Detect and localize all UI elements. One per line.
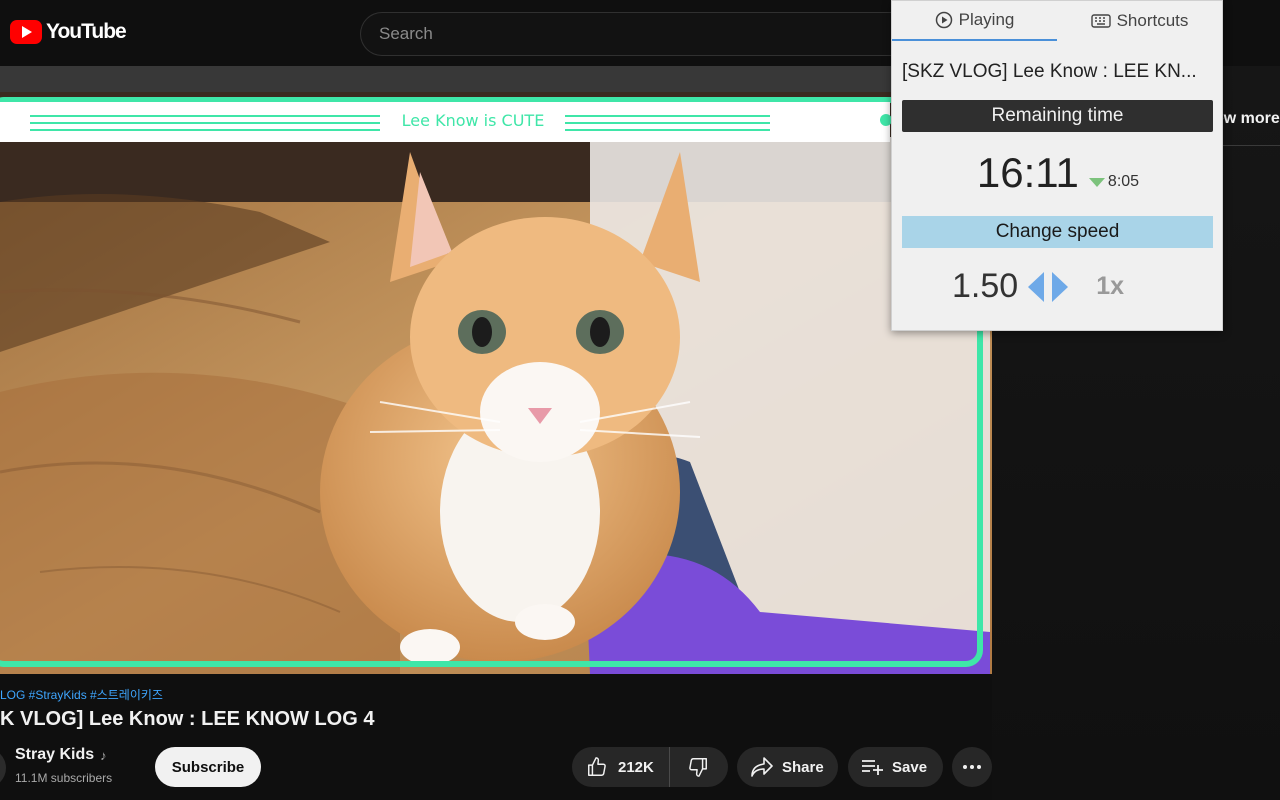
decrease-speed-icon[interactable] [1028,271,1045,302]
share-icon [751,757,773,777]
change-speed-header: Change speed [902,216,1213,248]
music-note-icon: ♪ [100,747,107,763]
video-player[interactable]: Lee Know is CUTE [0,92,992,674]
save-label: Save [892,758,928,776]
remaining-time-row: 16:11 8:05 [892,149,1224,197]
speed-value: 1.50 [952,267,1019,305]
youtube-logo[interactable]: YouTube [10,20,127,44]
share-label: Share [782,758,824,776]
like-count: 212K [618,758,654,776]
remaining-time-header: Remaining time [902,100,1213,132]
search-input[interactable] [361,13,920,55]
save-button[interactable]: Save [848,747,943,787]
playlist-add-icon [862,760,883,775]
video-frame: Lee Know is CUTE [0,92,992,674]
logo-text: YouTube [46,20,127,43]
video-overlay-caption: Lee Know is CUTE [402,111,545,130]
channel-name-row[interactable]: Stray Kids ♪ [15,746,107,764]
channel-name[interactable]: Stray Kids [15,746,94,764]
like-button[interactable]: 212K [572,747,670,787]
popup-tabs: Playing Shortcuts [892,1,1222,41]
adjusted-time-group: 8:05 [1088,173,1140,191]
show-more-link[interactable]: ow more [1214,110,1280,128]
keyboard-icon [1090,14,1111,28]
subscriber-count: 11.1M subscribers [15,771,113,785]
more-horizontal-icon [963,765,981,769]
tab-playing-label: Playing [958,10,1015,29]
increase-speed-icon[interactable] [1052,271,1069,302]
tab-playing[interactable]: Playing [892,1,1057,41]
triangle-down-icon [1088,177,1105,187]
play-circle-icon [935,11,952,29]
reset-speed-button[interactable]: 1x [1096,272,1124,301]
thumbs-up-icon [588,757,606,776]
video-title: K VLOG] Lee Know : LEE KNOW LOG 4 [0,708,375,730]
channel-avatar[interactable] [0,748,6,788]
speed-extension-popup: Playing Shortcuts [SKZ VLOG] Lee Know : … [891,0,1223,331]
tab-shortcuts[interactable]: Shortcuts [1057,1,1222,41]
like-dislike-group: 212K [572,747,728,787]
youtube-play-icon [10,20,42,44]
search-box [360,12,920,56]
subscribe-button[interactable]: Subscribe [155,747,261,787]
remaining-time: 16:11 [976,149,1079,196]
adjusted-remaining-time: 8:05 [1107,173,1140,190]
current-video-title: [SKZ VLOG] Lee Know : LEE KN... [902,61,1197,82]
thumbs-down-icon [689,758,707,777]
video-hashtags[interactable]: LOG #StrayKids #스트레이키즈 [0,686,163,703]
dislike-button[interactable] [670,747,726,787]
speed-controls: 1.50 1x [892,267,1224,306]
more-actions-button[interactable] [952,747,992,787]
share-button[interactable]: Share [737,747,838,787]
tab-shortcuts-label: Shortcuts [1116,11,1189,30]
